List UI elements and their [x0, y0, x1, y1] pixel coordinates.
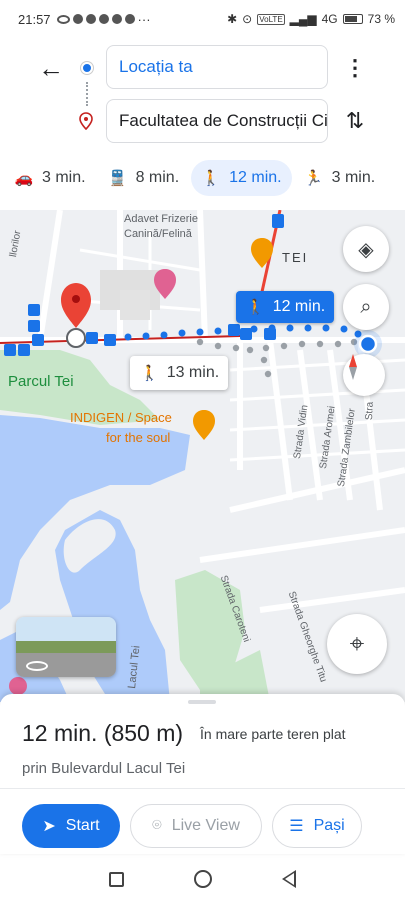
layers-icon: ◈ [358, 238, 374, 261]
origin-field[interactable]: Locația ta [106, 45, 328, 89]
divider [0, 788, 405, 789]
crosshair-icon: ⌖ [349, 628, 365, 658]
facebook-icon [72, 14, 83, 24]
directions-header: ← Locația ta Facultatea de Construcții C… [0, 38, 405, 150]
transit-icon: 🚆 [108, 170, 127, 187]
eye-icon [56, 14, 70, 24]
mode-ride-time: 3 min. [331, 169, 376, 186]
home-icon[interactable] [194, 870, 212, 888]
list-icon: ☰ [289, 818, 304, 835]
volte-badge: VoLTE [257, 13, 285, 25]
layers-button[interactable]: ◈ [343, 226, 389, 272]
live-view-label: Live View [171, 817, 240, 834]
search-icon: ⌕ [360, 295, 372, 318]
live-view-button[interactable]: ⌾ Live View [130, 804, 262, 848]
facebook-icon [124, 14, 135, 24]
route-summary-sheet: 12 min. (850 m) În mare parte teren plat… [0, 694, 405, 854]
navigation-arrow-icon: ➤ [42, 818, 56, 835]
mode-transit[interactable]: 🚆 8 min. [98, 160, 190, 196]
start-label: Start [65, 817, 100, 834]
signal-icon: ▂▄▆ [289, 12, 317, 26]
more-options-icon[interactable]: ⋮ [344, 54, 366, 84]
compass-button[interactable] [343, 354, 385, 396]
terrain-note: În mare parte teren plat [200, 726, 346, 742]
mode-walking-time: 12 min. [229, 169, 282, 186]
status-bar: 21:57 ··· ✱ ⊙ VoLTE ▂▄▆ 4G 73 % [0, 0, 405, 38]
more-notifications-icon: ··· [137, 11, 151, 27]
battery-icon [342, 14, 363, 24]
system-nav-bar [0, 858, 405, 900]
route-primary-callout[interactable]: 🚶 12 min. [236, 291, 334, 323]
street-view-thumbnail[interactable] [16, 617, 116, 677]
mode-transit-time: 8 min. [135, 169, 180, 186]
travel-modes: 🚗 3 min. 🚆 8 min. 🚶 12 min. 🏃 3 min. [0, 150, 405, 206]
route-alt-time: 13 min. [166, 364, 220, 381]
route-duration: 12 min. (850 m) [22, 720, 184, 746]
map-label-canina: Canină/Felină [124, 228, 192, 240]
walk-icon: 🚶 [140, 365, 159, 382]
map-label-adavet: Adavet Frizerie [124, 213, 198, 225]
my-location-button[interactable]: ⌖ [327, 614, 387, 674]
live-view-icon: ⌾ [152, 817, 162, 834]
swap-icon[interactable]: ⇅ [342, 108, 368, 136]
status-time: 21:57 [18, 11, 51, 27]
rotate-360-icon [26, 661, 48, 671]
map-label-indigen-line1: INDIGEN / Space [70, 410, 172, 425]
map-label-tei: TEI [282, 250, 309, 265]
mode-walking[interactable]: 🚶 12 min. [191, 160, 292, 196]
steps-label: Pași [313, 817, 345, 834]
route-via: prin Bulevardul Lacul Tei [22, 760, 186, 777]
car-icon: 🚗 [14, 170, 34, 187]
map-label-stra: Stra [364, 401, 376, 421]
map-label-indigen-line2: for the soul [106, 430, 171, 445]
battery-percent: 73 % [367, 12, 395, 26]
network-type: 4G [321, 12, 338, 26]
location-icon: ⊙ [242, 12, 253, 26]
notification-icons: ··· [56, 11, 151, 27]
route-alt-callout[interactable]: 🚶 13 min. [130, 356, 228, 390]
sheet-drag-handle[interactable] [188, 700, 216, 704]
mode-driving[interactable]: 🚗 3 min. [4, 160, 96, 196]
map-view[interactable]: Adavet Frizerie Canină/Felină TEI Parcul… [0, 210, 405, 702]
back-icon[interactable] [282, 870, 296, 888]
route-primary-time: 12 min. [272, 298, 326, 315]
mode-driving-time: 3 min. [42, 169, 86, 186]
origin-dot-icon [81, 62, 93, 74]
walk-icon: 🚶 [201, 170, 221, 187]
facebook-icon [85, 14, 96, 24]
start-button[interactable]: ➤ Start [22, 804, 120, 848]
bluetooth-icon: ✱ [227, 12, 238, 26]
facebook-icon [98, 14, 109, 24]
destination-pin-icon [79, 112, 93, 130]
facebook-icon [111, 14, 122, 24]
compass-icon [349, 354, 357, 380]
search-button[interactable]: ⌕ [343, 284, 389, 330]
mode-ride[interactable]: 🏃 3 min. [294, 160, 386, 196]
ride-icon: 🏃 [304, 170, 323, 187]
walk-icon: 🚶 [246, 299, 265, 316]
steps-button[interactable]: ☰ Pași [272, 804, 362, 848]
recents-icon[interactable] [109, 871, 124, 887]
map-label-parcul-tei: Parcul Tei [8, 373, 74, 390]
back-arrow-icon[interactable]: ← [36, 54, 66, 84]
route-connector [86, 82, 88, 106]
status-right: ✱ ⊙ VoLTE ▂▄▆ 4G 73 % [227, 12, 395, 26]
destination-field[interactable]: Facultatea de Construcții Civile [106, 99, 328, 143]
